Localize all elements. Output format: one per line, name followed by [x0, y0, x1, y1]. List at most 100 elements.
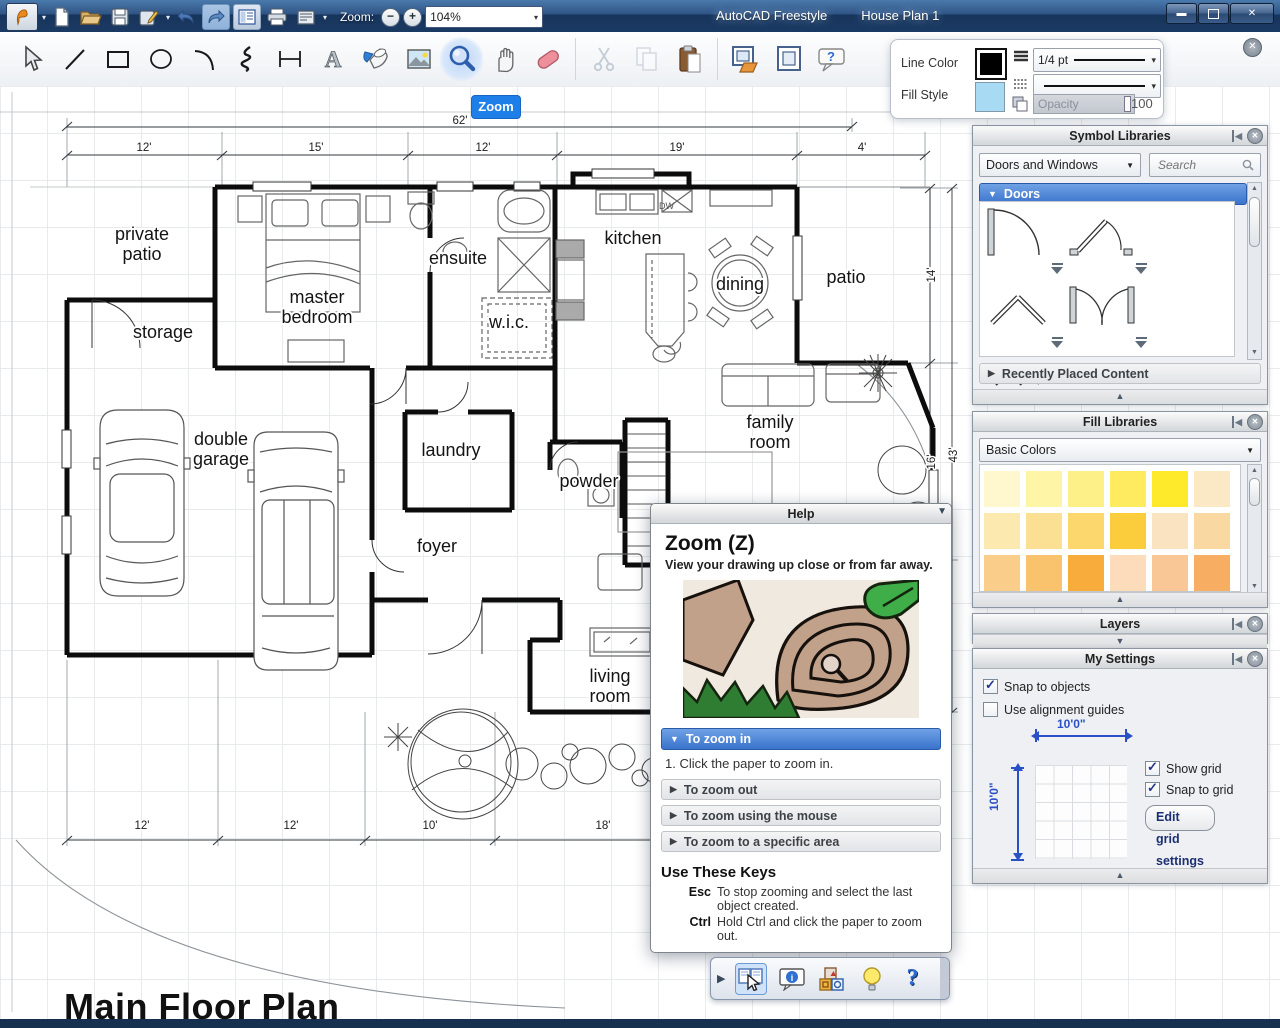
show-grid-checkbox[interactable] — [1145, 761, 1160, 776]
dimension-tool[interactable] — [268, 37, 311, 81]
fill-style-swatch[interactable] — [975, 82, 1005, 112]
scrollbar-thumb[interactable] — [1249, 478, 1260, 506]
minimize-button[interactable]: ▬ — [1166, 3, 1197, 24]
chevron-down-icon[interactable] — [1135, 263, 1148, 274]
cut-tool[interactable] — [582, 37, 625, 81]
save-as-button[interactable] — [136, 5, 162, 29]
collapse-left-icon[interactable]: ◀ — [1232, 130, 1242, 142]
recently-placed-section[interactable]: ▶ Recently Placed Content — [979, 363, 1261, 384]
zoom-tool[interactable] — [440, 37, 483, 81]
single-swing-door-symbol[interactable] — [982, 204, 1066, 278]
help-bubble-tool[interactable]: ? — [810, 37, 853, 81]
fill-libraries-header[interactable]: Fill Libraries ◀✕ — [973, 412, 1267, 432]
select-tool[interactable] — [10, 37, 53, 81]
scroll-up-icon[interactable]: ▲ — [1248, 465, 1261, 477]
eraser-tool[interactable] — [526, 37, 569, 81]
scrollbar-thumb[interactable] — [1249, 197, 1260, 247]
fill-swatch[interactable] — [984, 513, 1020, 549]
copy-tool[interactable] — [625, 37, 668, 81]
save-button[interactable] — [107, 5, 133, 29]
snap-to-objects-checkbox[interactable] — [983, 679, 998, 694]
fill-swatch[interactable] — [1152, 513, 1188, 549]
alignment-guides-checkbox[interactable] — [983, 702, 998, 717]
freehand-tool[interactable] — [225, 37, 268, 81]
insert-symbol-tool[interactable] — [724, 37, 767, 81]
double-open-door-symbol[interactable] — [982, 278, 1066, 352]
help-button[interactable]: ? — [897, 964, 927, 994]
line-tool[interactable] — [53, 37, 96, 81]
fill-swatch[interactable] — [1110, 555, 1146, 591]
layout-dropdown[interactable]: ▾ — [323, 13, 327, 22]
open-file-button[interactable] — [78, 5, 104, 29]
snap-to-grid-checkbox[interactable] — [1145, 782, 1160, 797]
panels-button[interactable] — [233, 4, 261, 30]
scroll-down-icon[interactable]: ▼ — [1248, 347, 1261, 359]
panel-collapse-strip[interactable]: ▲ — [973, 389, 1267, 404]
help-section-zoom-area[interactable]: ▶ To zoom to a specific area — [661, 831, 941, 852]
line-color-swatch[interactable] — [975, 48, 1007, 80]
expand-arrow-icon[interactable]: ▶ — [717, 972, 725, 985]
layout-button[interactable] — [293, 5, 319, 29]
french-doors-symbol[interactable] — [1066, 278, 1150, 352]
symbols-scrollbar[interactable]: ▲ ▼ — [1247, 182, 1262, 360]
fill-swatch[interactable] — [1194, 513, 1230, 549]
app-menu-dropdown[interactable]: ▾ — [42, 13, 46, 22]
opacity-slider-thumb[interactable] — [1124, 96, 1131, 112]
ellipse-tool[interactable] — [139, 37, 182, 81]
fill-library-select[interactable]: Basic Colors ▼ — [979, 438, 1261, 462]
fill-swatch[interactable] — [1152, 471, 1188, 507]
fill-swatch[interactable] — [984, 555, 1020, 591]
toolbar-grip[interactable] — [940, 958, 949, 999]
fill-swatch[interactable] — [1068, 513, 1104, 549]
image-tool[interactable] — [397, 37, 440, 81]
app-menu-button[interactable] — [6, 3, 38, 31]
undo-button[interactable] — [173, 5, 199, 29]
tooltips-button[interactable]: i — [777, 964, 807, 994]
fill-swatch[interactable] — [1026, 513, 1062, 549]
rectangle-tool[interactable] — [96, 37, 139, 81]
help-section-zoom-out[interactable]: ▶ To zoom out — [661, 779, 941, 800]
fill-swatch[interactable] — [1026, 471, 1062, 507]
help-header[interactable]: Help ▼ — [651, 504, 951, 524]
close-icon[interactable]: ✕ — [1247, 616, 1263, 632]
help-section-zoom-mouse[interactable]: ▶ To zoom using the mouse — [661, 805, 941, 826]
fill-swatch[interactable] — [1068, 471, 1104, 507]
fill-swatch[interactable] — [1026, 555, 1062, 591]
fill-swatch[interactable] — [1152, 555, 1188, 591]
opacity-slider[interactable]: Opacity — [1033, 94, 1135, 114]
close-icon[interactable]: ✕ — [1243, 38, 1262, 57]
tips-button[interactable] — [857, 964, 887, 994]
show-help-panel-button[interactable] — [735, 963, 767, 995]
scroll-up-icon[interactable]: ▲ — [1248, 183, 1261, 195]
fill-swatch[interactable] — [1194, 471, 1230, 507]
help-section-zoom-in[interactable]: ▼ To zoom in — [661, 728, 941, 750]
search-input[interactable] — [1156, 157, 1230, 173]
zoom-in-button[interactable]: + — [403, 8, 422, 27]
fill-swatch[interactable] — [1194, 555, 1230, 591]
zoom-level-combo[interactable]: 104% ▾ — [425, 6, 543, 28]
fill-tool[interactable] — [354, 37, 397, 81]
my-settings-header[interactable]: My Settings ◀✕ — [973, 649, 1267, 669]
redo-button[interactable] — [202, 4, 230, 30]
close-icon[interactable]: ✕ — [1247, 128, 1263, 144]
line-weight-combo[interactable]: 1/4 pt ▾ — [1033, 48, 1161, 72]
close-icon[interactable]: ✕ — [1247, 414, 1263, 430]
fill-swatch[interactable] — [1110, 513, 1146, 549]
edit-grid-settings-button[interactable]: Edit grid settings — [1145, 805, 1215, 831]
layers-header[interactable]: Layers ◀✕ — [973, 614, 1267, 634]
fill-swatch[interactable] — [984, 471, 1020, 507]
chevron-down-icon[interactable] — [1051, 263, 1064, 274]
chevron-down-icon[interactable] — [1051, 337, 1064, 348]
text-tool[interactable]: A — [311, 37, 354, 81]
fills-scrollbar[interactable]: ▲ ▼ — [1247, 464, 1262, 594]
open-swing-door-symbol[interactable] — [1066, 204, 1150, 278]
print-button[interactable] — [264, 5, 290, 29]
new-file-button[interactable] — [49, 5, 75, 29]
pan-tool[interactable] — [483, 37, 526, 81]
close-button[interactable]: ✕ — [1230, 3, 1274, 24]
getting-started-button[interactable] — [817, 964, 847, 994]
insert-frame-tool[interactable] — [767, 37, 810, 81]
collapse-left-icon[interactable]: ◀ — [1232, 618, 1242, 630]
chevron-down-icon[interactable]: ▼ — [937, 506, 947, 517]
save-dropdown[interactable]: ▾ — [166, 13, 170, 22]
